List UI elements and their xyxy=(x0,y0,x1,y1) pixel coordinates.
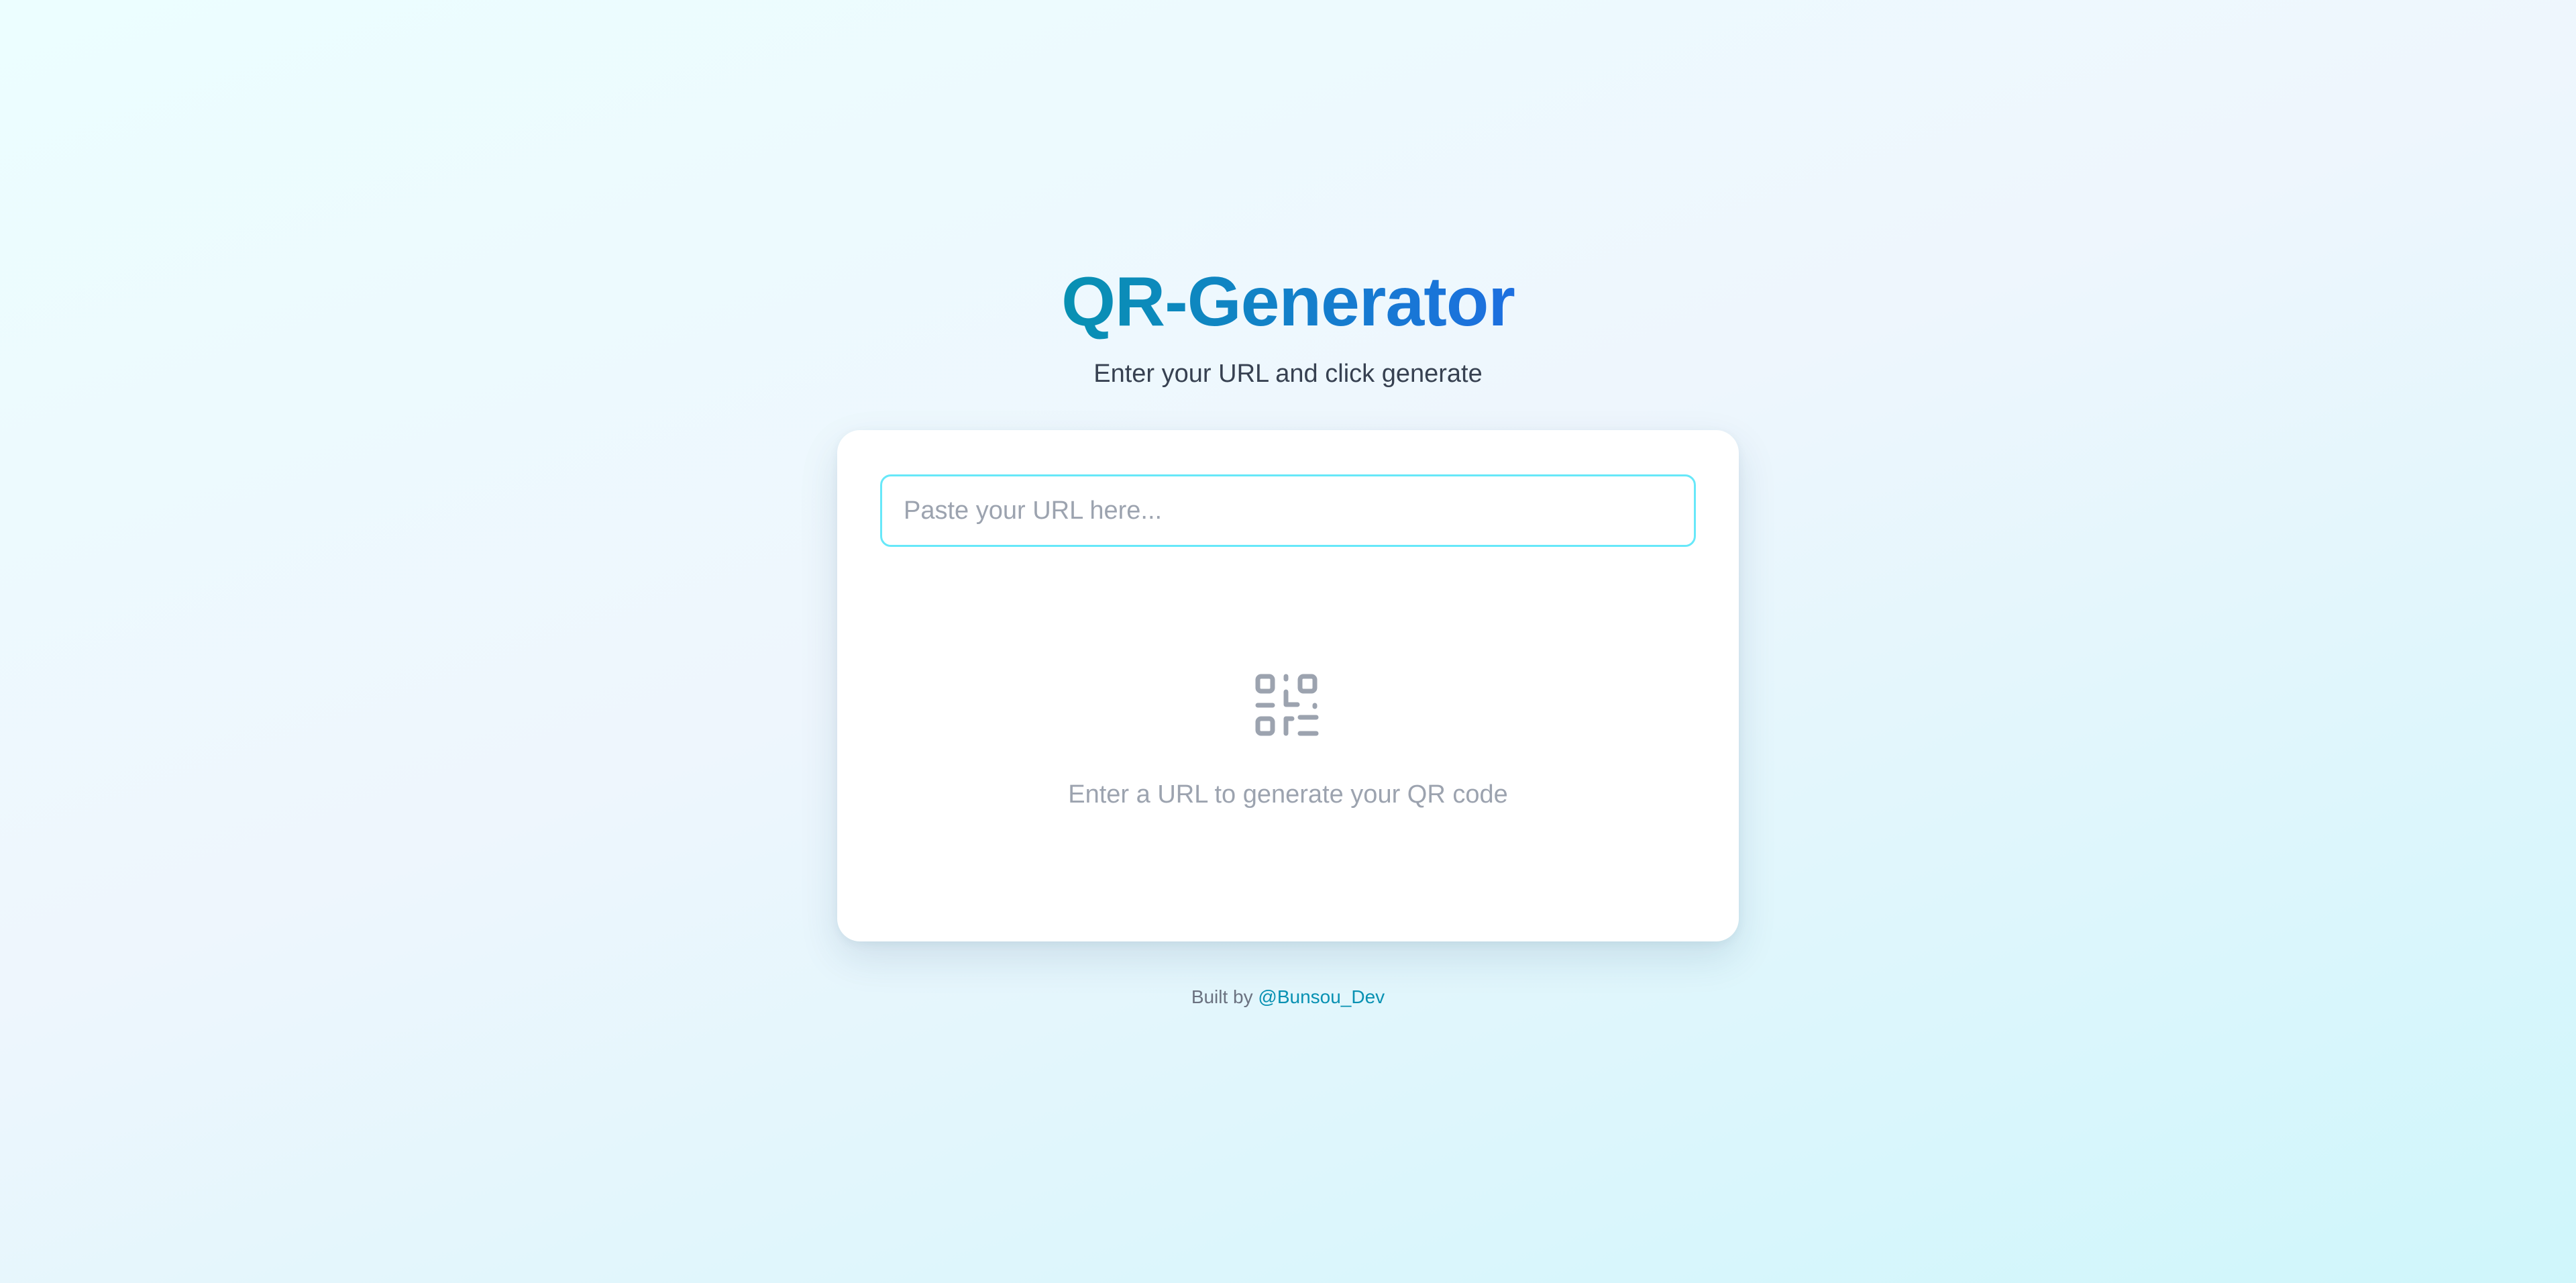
page-header: QR-Generator Enter your URL and click ge… xyxy=(0,255,2576,391)
qr-empty-state: Enter a URL to generate your QR code xyxy=(837,673,1739,811)
empty-state-message: Enter a URL to generate your QR code xyxy=(1068,780,1508,809)
page-subtitle: Enter your URL and click generate xyxy=(1093,360,1483,388)
page-footer: Built by @Bunsou_Dev xyxy=(0,984,2576,1011)
built-by-label: Built by xyxy=(1191,986,1253,1007)
generator-card: Enter a URL to generate your QR code xyxy=(837,430,1739,941)
url-input[interactable] xyxy=(880,474,1696,547)
page-title: QR-Generator xyxy=(1061,255,1515,349)
qr-code-icon xyxy=(1254,673,1322,740)
author-link[interactable]: @Bunsou_Dev xyxy=(1258,986,1385,1007)
